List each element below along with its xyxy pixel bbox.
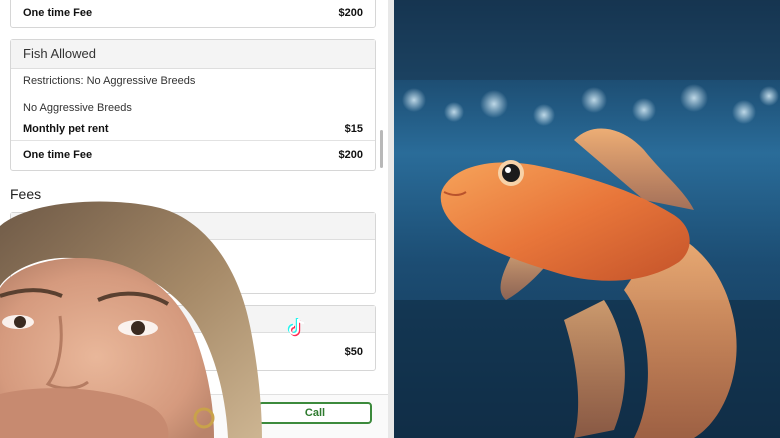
onetime-fee-row: One time Fee $200 — [23, 149, 363, 161]
goldfish-photo — [394, 0, 780, 438]
restriction-note: No Aggressive Breeds — [23, 102, 132, 114]
monthly-rent-row: Monthly pet rent $15 — [23, 123, 363, 135]
split-screen: One time Fee $200 Fish Allowed Restricti… — [0, 0, 780, 438]
fee-row: One time Fee $200 — [23, 7, 363, 19]
restrictions-text: Restrictions: No Aggressive Breeds — [23, 75, 196, 87]
onetime-fee-label: One time Fee — [23, 149, 93, 161]
fee-amount-value: $50 — [344, 346, 363, 358]
listing-panel: One time Fee $200 Fish Allowed Restricti… — [0, 0, 388, 438]
call-button[interactable]: Call — [258, 402, 372, 424]
creator-face-overlay — [0, 201, 262, 438]
scrollbar[interactable] — [380, 130, 383, 168]
onetime-fee-value: $200 — [338, 149, 363, 161]
tiktok-logo-icon — [287, 318, 305, 337]
card-header: Fish Allowed — [11, 40, 375, 69]
monthly-rent-label: Monthly pet rent — [23, 123, 109, 135]
fish-allowed-card: Fish Allowed Restrictions: No Aggressive… — [10, 39, 376, 171]
row-divider — [11, 140, 375, 141]
pet-card-previous: One time Fee $200 — [10, 0, 376, 28]
goldfish-image — [394, 0, 780, 438]
fee-value: $200 — [338, 7, 363, 19]
fee-label: One time Fee — [23, 7, 93, 19]
monthly-rent-value: $15 — [344, 123, 363, 135]
